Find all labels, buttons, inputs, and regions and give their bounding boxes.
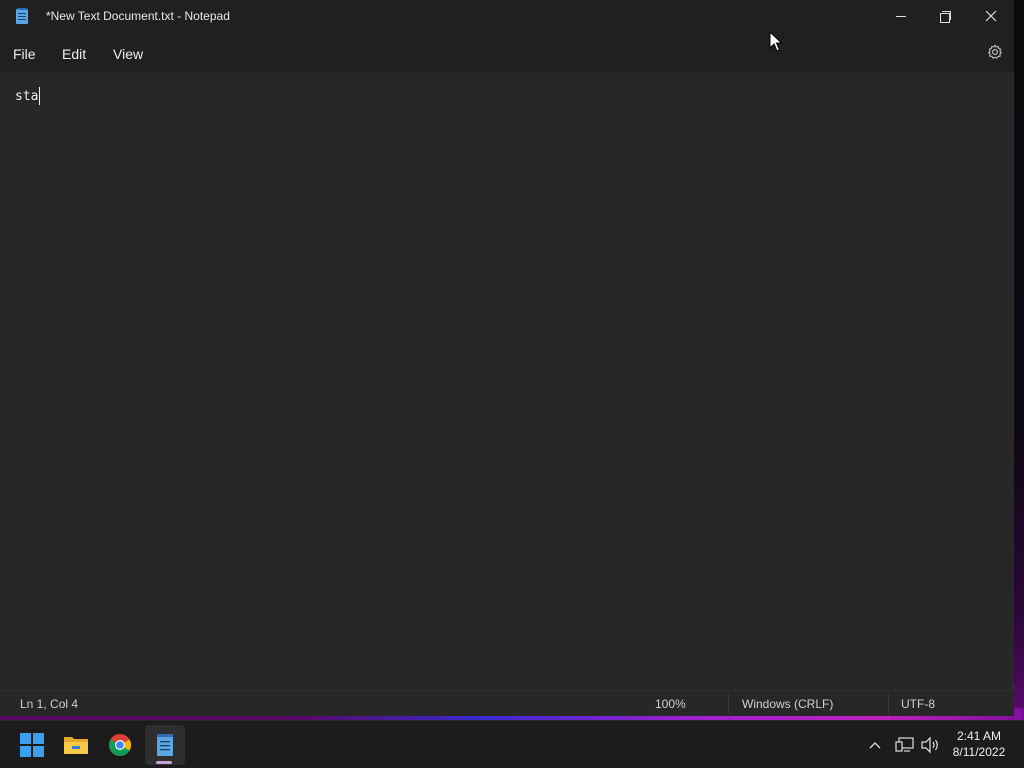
clock-time: 2:41 AM — [956, 729, 1002, 743]
chevron-up-icon — [869, 742, 881, 749]
menu-bar: File Edit View — [0, 33, 1014, 72]
mouse-pointer-icon — [769, 31, 783, 52]
volume-icon — [921, 736, 938, 754]
notepad-taskbar-button[interactable] — [145, 725, 185, 765]
network-button[interactable] — [895, 735, 915, 755]
folder-icon — [64, 737, 88, 754]
status-divider — [888, 694, 889, 714]
close-button[interactable] — [968, 0, 1014, 32]
text-caret — [39, 87, 40, 105]
menu-view[interactable]: View — [113, 46, 143, 62]
title-bar[interactable]: *New Text Document.txt - Notepad — [0, 0, 1014, 33]
status-encoding: UTF-8 — [901, 697, 935, 711]
status-divider — [728, 694, 729, 714]
status-cursor-position: Ln 1, Col 4 — [20, 697, 79, 711]
gear-icon — [987, 44, 1003, 59]
taskbar: 2:41 AM 8/11/2022 — [0, 720, 1024, 768]
notepad-icon — [157, 734, 173, 756]
status-line-ending: Windows (CRLF) — [742, 697, 834, 711]
network-icon — [895, 737, 914, 752]
notepad-icon — [16, 8, 28, 24]
menu-file[interactable]: File — [13, 46, 36, 62]
show-hidden-icons-button[interactable] — [868, 735, 882, 755]
status-bar: Ln 1, Col 4 100% Windows (CRLF) UTF-8 — [0, 690, 1014, 716]
restore-icon — [940, 11, 951, 23]
volume-button[interactable] — [920, 735, 940, 755]
text-editor[interactable]: sta — [0, 72, 1014, 684]
clock[interactable]: 2:41 AM 8/11/2022 — [946, 728, 1012, 760]
restore-button[interactable] — [922, 0, 968, 32]
close-icon — [985, 10, 997, 22]
chrome-icon — [109, 734, 131, 756]
editor-content[interactable]: sta — [15, 89, 38, 104]
minimize-button[interactable] — [878, 0, 924, 32]
clock-date: 8/11/2022 — [952, 745, 1006, 759]
status-zoom: 100% — [655, 697, 686, 711]
chrome-button[interactable] — [100, 725, 140, 765]
settings-button[interactable] — [984, 41, 1006, 63]
menu-edit[interactable]: Edit — [62, 46, 86, 62]
window-title: *New Text Document.txt - Notepad — [46, 9, 230, 23]
active-app-indicator — [156, 761, 172, 764]
start-button[interactable] — [12, 725, 52, 765]
notepad-window: *New Text Document.txt - Notepad File Ed… — [0, 0, 1014, 716]
file-explorer-button[interactable] — [56, 725, 96, 765]
minimize-icon — [896, 15, 906, 17]
windows-logo-icon — [20, 733, 44, 757]
